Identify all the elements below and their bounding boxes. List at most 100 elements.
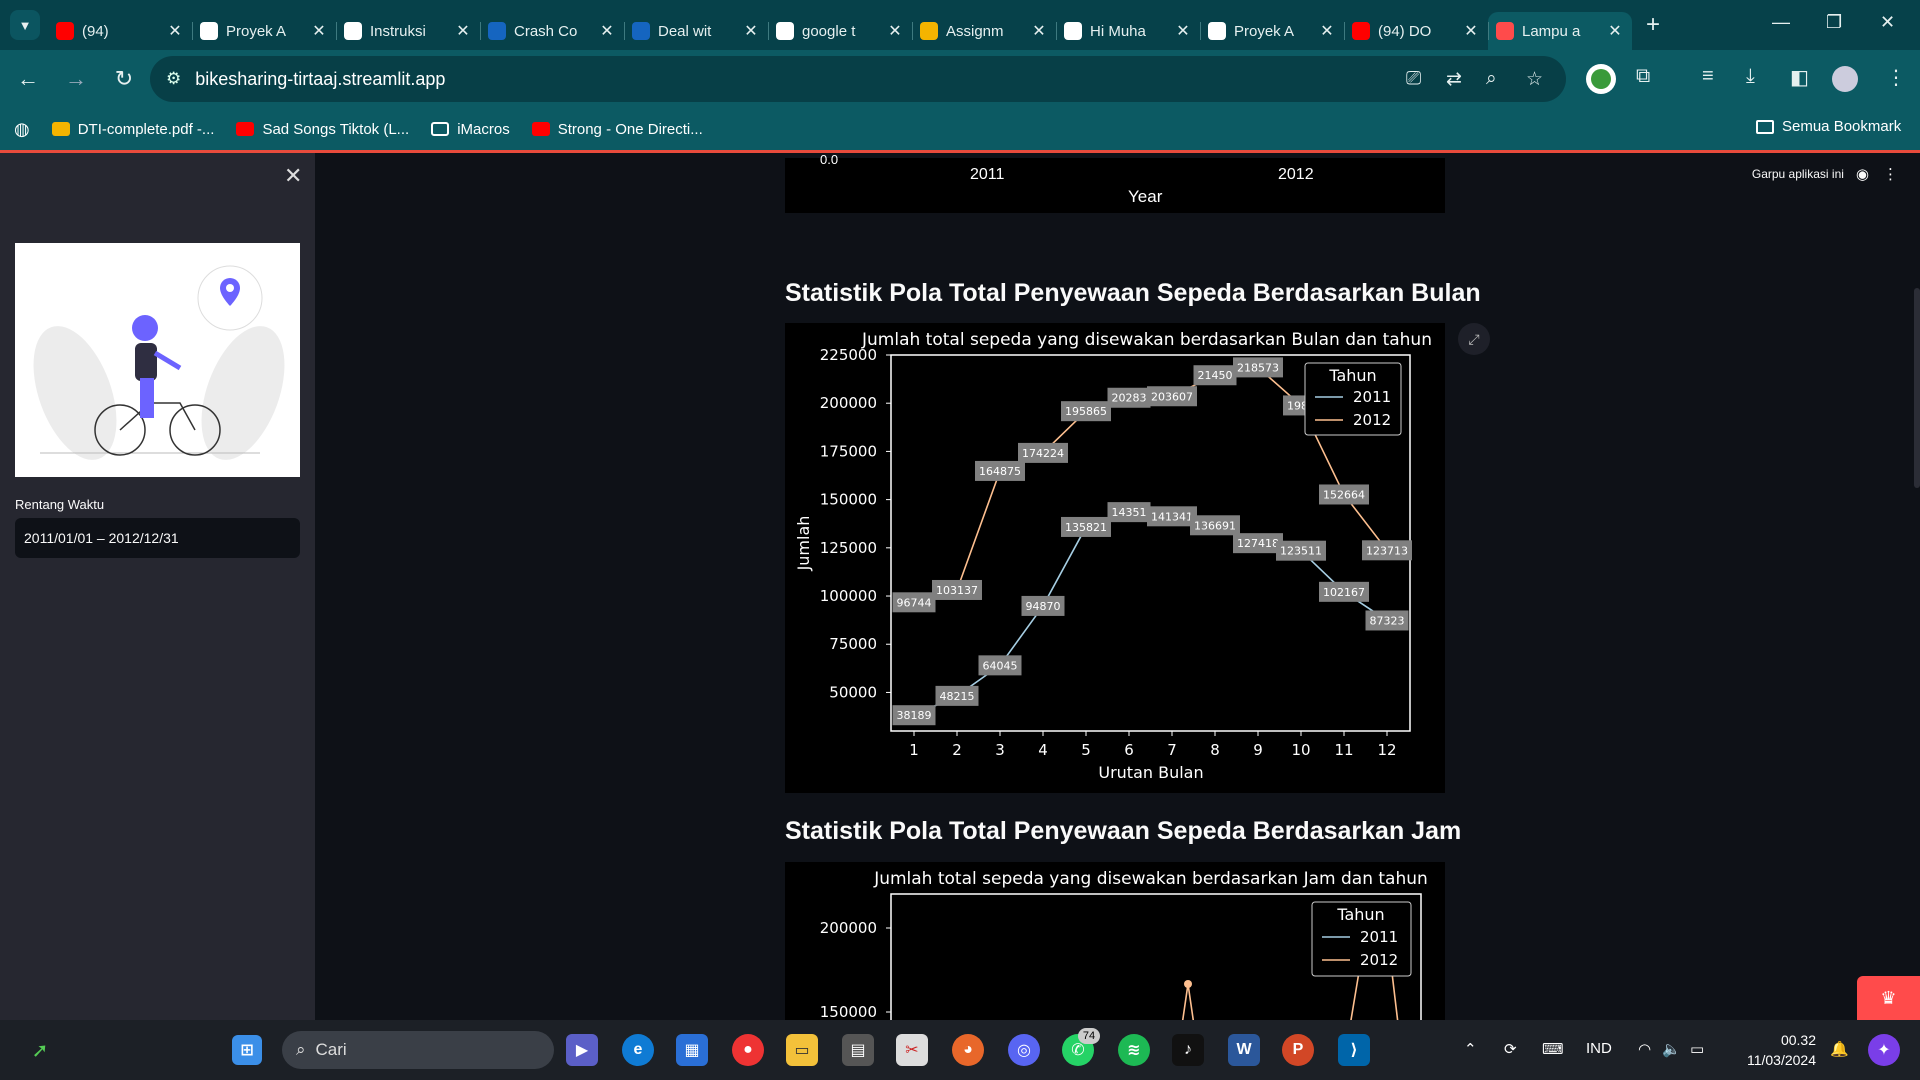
extensions-icon[interactable]: ⧉: [1636, 65, 1650, 88]
minimize-button[interactable]: ―: [1772, 12, 1790, 33]
x-tick-label: 3: [995, 741, 1005, 759]
wifi-icon[interactable]: ◠: [1638, 1040, 1651, 1058]
apps-globe-icon[interactable]: ◍: [14, 119, 30, 140]
close-window-button[interactable]: ✕: [1880, 12, 1895, 33]
close-tab-icon[interactable]: ✕: [1606, 21, 1624, 41]
clock[interactable]: 00.32 11/03/2024: [1747, 1030, 1816, 1070]
spotify-icon[interactable]: ≋: [1118, 1034, 1150, 1066]
profile-avatar[interactable]: [1832, 66, 1858, 92]
extension-avatar-icon[interactable]: [1586, 64, 1616, 94]
tab-search-button[interactable]: ▼: [10, 10, 40, 40]
close-tab-icon[interactable]: ✕: [886, 21, 904, 41]
new-tab-button[interactable]: +: [1646, 11, 1660, 39]
bookmark-item[interactable]: DTI-complete.pdf -...: [51, 121, 214, 138]
date-range-input[interactable]: 2011/01/01 – 2012/12/31: [15, 518, 300, 558]
tab[interactable]: google t ✕: [768, 12, 912, 50]
start-windows-icon[interactable]: ⊞: [232, 1035, 262, 1065]
legend-title: Tahun: [1328, 366, 1376, 385]
translate-icon[interactable]: ⇄: [1446, 68, 1462, 91]
close-tab-icon[interactable]: ✕: [310, 21, 328, 41]
bookmark-item[interactable]: Sad Songs Tiktok (L...: [236, 121, 409, 138]
tiktok-icon[interactable]: ♪: [1172, 1034, 1204, 1066]
streamlit-manage-badge[interactable]: ♛: [1857, 976, 1920, 1020]
firefox-icon[interactable]: ◕: [952, 1034, 984, 1066]
x-axis-label: Year: [1128, 187, 1163, 206]
tab[interactable]: Instruksi ✕: [336, 12, 480, 50]
tab[interactable]: (94) DO ✕: [1344, 12, 1488, 50]
powerpoint-icon[interactable]: P: [1282, 1034, 1314, 1066]
calculator-icon[interactable]: ▤: [842, 1034, 874, 1066]
fork-app-button[interactable]: Garpu aplikasi ini: [1752, 167, 1844, 181]
tab[interactable]: Proyek A ✕: [1200, 12, 1344, 50]
scrollbar[interactable]: [1914, 288, 1920, 488]
zoom-icon[interactable]: ⌕: [1486, 68, 1497, 90]
all-bookmarks-button[interactable]: Semua Bookmark: [1756, 118, 1901, 135]
taskbar-search[interactable]: ⌕ Cari: [282, 1031, 554, 1069]
install-app-icon[interactable]: ⎚: [1406, 68, 1421, 90]
youtube-icon: [531, 122, 550, 136]
media-control-icon[interactable]: ≡: [1702, 65, 1714, 88]
tab[interactable]: Proyek A ✕: [192, 12, 336, 50]
tab[interactable]: Assignm ✕: [912, 12, 1056, 50]
download-icon[interactable]: ⤓: [1746, 65, 1755, 88]
vscode-icon[interactable]: ⟩: [1338, 1034, 1370, 1066]
store-icon[interactable]: ▦: [676, 1034, 708, 1066]
volume-icon[interactable]: 🔈: [1662, 1040, 1681, 1058]
app-menu-icon[interactable]: ⋮: [1883, 165, 1898, 183]
tab[interactable]: Hi Muha ✕: [1056, 12, 1200, 50]
bookmark-star-icon[interactable]: ☆: [1526, 68, 1543, 91]
close-tab-icon[interactable]: ✕: [598, 21, 616, 41]
snipping-tool-icon[interactable]: ✂: [896, 1034, 928, 1066]
bookmark-item[interactable]: iMacros: [431, 121, 510, 138]
close-tab-icon[interactable]: ✕: [166, 21, 184, 41]
dicoding-icon: [1208, 22, 1226, 40]
close-tab-icon[interactable]: ✕: [1318, 21, 1336, 41]
tab-title: google t: [802, 22, 856, 40]
restore-button[interactable]: ❐: [1826, 12, 1842, 33]
chrome-icon[interactable]: ●: [732, 1034, 764, 1066]
data-label: 218573: [1237, 361, 1279, 374]
teams-icon[interactable]: ▶: [566, 1034, 598, 1066]
y-tick-label: 75000: [829, 635, 877, 653]
keyboard-icon[interactable]: ⌨: [1542, 1040, 1564, 1058]
stocks-widget-icon[interactable]: ➚: [24, 1034, 56, 1066]
sync-icon[interactable]: ⟳: [1504, 1040, 1517, 1058]
bookmark-label: Sad Songs Tiktok (L...: [262, 120, 410, 138]
menu-kebab-icon[interactable]: ⋮: [1886, 65, 1906, 90]
legend-label: 2012: [1360, 951, 1398, 969]
copilot-icon[interactable]: ✦: [1868, 1034, 1900, 1066]
fullscreen-button[interactable]: ⤢: [1458, 323, 1490, 355]
side-panel-icon[interactable]: ◧: [1790, 65, 1809, 90]
tray-overflow-icon[interactable]: ⌃: [1464, 1040, 1477, 1058]
site-info-icon[interactable]: ⚙: [166, 69, 181, 89]
tab[interactable]: Deal wit ✕: [624, 12, 768, 50]
bookmark-item[interactable]: Strong - One Directi...: [531, 121, 703, 138]
back-button[interactable]: ←: [8, 66, 48, 92]
c-icon: [488, 22, 506, 40]
close-tab-icon[interactable]: ✕: [1030, 21, 1048, 41]
y-tick-label: 200000: [820, 919, 877, 937]
battery-icon[interactable]: ▭: [1690, 1040, 1704, 1058]
chart-title: Jumlah total sepeda yang disewakan berda…: [861, 330, 1432, 350]
edge-icon[interactable]: e: [622, 1034, 654, 1066]
youtube-icon: [236, 122, 255, 136]
tab-title: Proyek A: [1234, 22, 1295, 40]
address-bar[interactable]: ⚙ bikesharing-tirtaaj.streamlit.app ⎚ ⇄ …: [150, 56, 1566, 102]
tab[interactable]: (94) ✕: [48, 12, 192, 50]
forward-button[interactable]: →: [56, 66, 96, 92]
discord-icon[interactable]: ◎: [1008, 1034, 1040, 1066]
close-tab-icon[interactable]: ✕: [1174, 21, 1192, 41]
tab-title: (94) DO: [1378, 22, 1432, 40]
word-icon[interactable]: W: [1228, 1034, 1260, 1066]
close-sidebar-button[interactable]: ✕: [284, 163, 302, 189]
tab[interactable]: Crash Co ✕: [480, 12, 624, 50]
github-icon[interactable]: ◉: [1856, 165, 1869, 183]
close-tab-icon[interactable]: ✕: [1462, 21, 1480, 41]
file-explorer-icon[interactable]: ▭: [786, 1034, 818, 1066]
tab[interactable]: Lampu a ✕: [1488, 12, 1632, 50]
reload-button[interactable]: ↻: [104, 66, 144, 92]
close-tab-icon[interactable]: ✕: [742, 21, 760, 41]
close-tab-icon[interactable]: ✕: [454, 21, 472, 41]
notification-bell-icon[interactable]: 🔔: [1830, 1040, 1849, 1058]
language-indicator[interactable]: IND: [1586, 1040, 1612, 1057]
